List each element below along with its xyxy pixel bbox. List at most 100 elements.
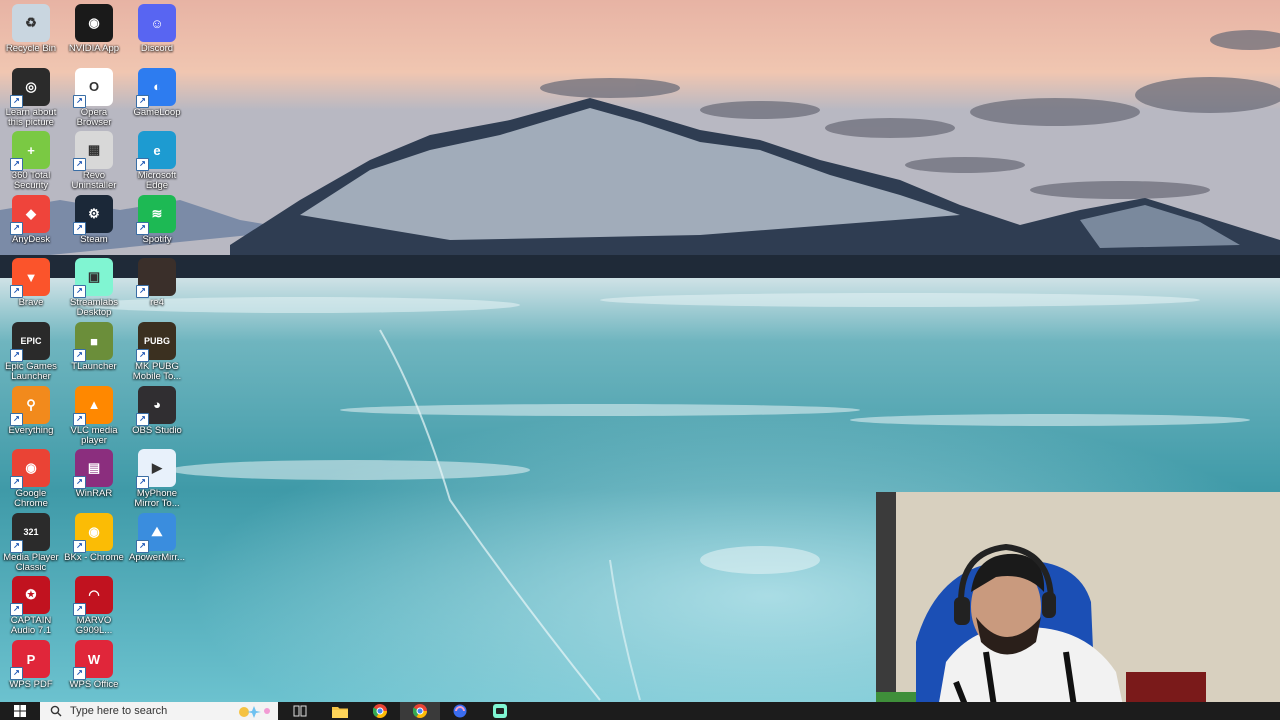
- desktop-icon[interactable]: ▣ ↗ Streamlabs Desktop: [63, 258, 125, 318]
- desktop-icon[interactable]: ▲ ↗ VLC media player: [63, 385, 125, 446]
- apowermirror-icon: ⛰ ↗: [136, 512, 176, 553]
- file-explorer-button[interactable]: [320, 702, 360, 720]
- desktop-icon-label: CAPTAIN Audio 7.1: [10, 616, 52, 637]
- desktop-icon-label: BKx - Chrome: [64, 552, 124, 563]
- brave-icon: ▼ ↗: [10, 258, 50, 299]
- mpc-icon: 321 ↗: [10, 512, 50, 553]
- winrar-icon: ▤ ↗: [73, 449, 113, 490]
- desktop-icon[interactable]: ▼ ↗ Brave: [0, 258, 62, 308]
- steam-icon: ⚙ ↗: [73, 194, 113, 235]
- shortcut-arrow-icon: ↗: [136, 221, 149, 235]
- desktop-icon-label: ApowerMirr...: [129, 552, 185, 563]
- desktop-icon[interactable]: + ↗ 360 Total Security: [0, 131, 62, 191]
- shortcut-arrow-icon: ↗: [10, 539, 23, 553]
- desktop-icon-label: MyPhone Mirror To...: [134, 489, 180, 510]
- desktop-icon[interactable]: ◉ ↗ BKx - Chrome: [63, 512, 125, 563]
- shortcut-arrow-icon: ↗: [10, 603, 23, 617]
- gameloop-taskbar-button[interactable]: [440, 702, 480, 720]
- desktop-icon-label: WinRAR: [75, 489, 113, 500]
- task-view-icon: [293, 705, 307, 717]
- desktop-icon-label: MK PUBG Mobile To...: [132, 362, 182, 382]
- recycle-bin-icon: ♻: [12, 4, 50, 42]
- chrome-icon: ◉ ↗: [10, 449, 50, 490]
- spotify-icon: ≋ ↗: [136, 194, 176, 235]
- search-highlight-icon: [239, 706, 270, 718]
- desktop-icon[interactable]: ♻ Recycle Bin: [0, 4, 62, 54]
- desktop-icon[interactable]: ≋ ↗ Spotify: [126, 194, 188, 245]
- chrome-profile-taskbar-icon: [413, 704, 427, 718]
- nvidia-icon: ◉: [75, 4, 113, 42]
- desktop-icon[interactable]: ▶ ↗ MyPhone Mirror To...: [126, 449, 188, 509]
- desktop-icon-label: 360 Total Security: [11, 171, 51, 192]
- desktop-icon[interactable]: ⚙ ↗ Steam: [63, 194, 125, 245]
- shortcut-arrow-icon: ↗: [136, 94, 149, 108]
- shortcut-arrow-icon: ↗: [136, 285, 149, 299]
- streamlabs-taskbar-icon: [493, 704, 507, 718]
- shortcut-arrow-icon: ↗: [73, 349, 86, 362]
- desktop-icon-label: Brave: [18, 298, 44, 309]
- desktop-icon[interactable]: ⚲ ↗ Everything: [0, 385, 62, 436]
- taskbar-app-list: [280, 702, 520, 720]
- desktop-icon[interactable]: ✪ ↗ CAPTAIN Audio 7.1: [0, 576, 62, 636]
- obs-icon: ◕ ↗: [136, 385, 176, 426]
- desktop-icon-label: WPS Office: [69, 680, 119, 690]
- desktop-icon-label: TLauncher: [71, 362, 117, 372]
- desktop-icon[interactable]: ◕ ↗ OBS Studio: [126, 385, 188, 436]
- vlc-icon: ▲ ↗: [73, 385, 113, 426]
- taskbar-search-box[interactable]: Type here to search: [40, 702, 278, 720]
- webcam-person-image: [876, 492, 1280, 720]
- task-view-button[interactable]: [280, 702, 320, 720]
- wps-office-icon: W ↗: [73, 640, 113, 680]
- desktop-icon[interactable]: ◉ NVIDIA App: [63, 4, 125, 54]
- desktop-icon-label: VLC media player: [70, 425, 118, 446]
- edge-icon: e ↗: [136, 131, 176, 172]
- desktop-icon[interactable]: ◎ ↗ Learn about this picture: [0, 67, 62, 128]
- shortcut-arrow-icon: ↗: [10, 349, 23, 362]
- desktop-icon-label: Media Player Classic: [3, 552, 59, 573]
- desktop-icon-label: Epic Games Launcher: [5, 362, 57, 382]
- desktop-icon[interactable]: W ↗ WPS Office: [63, 640, 125, 690]
- desktop-icon[interactable]: EPIC ↗ Epic Games Launcher: [0, 322, 62, 382]
- desktop-icon[interactable]: ↗ re4: [126, 258, 188, 308]
- desktop-icon-label: Revo Uninstaller: [71, 171, 117, 192]
- desktop-icon[interactable]: ◐ ↗ GameLoop: [126, 67, 188, 118]
- desktop-icon[interactable]: ▤ ↗ WinRAR: [63, 449, 125, 499]
- shortcut-arrow-icon: ↗: [73, 221, 86, 235]
- desktop-icon[interactable]: 321 ↗ Media Player Classic: [0, 512, 62, 573]
- captain-audio-icon: ✪ ↗: [10, 576, 50, 617]
- shortcut-arrow-icon: ↗: [73, 285, 86, 299]
- desktop-icon[interactable]: ■ ↗ TLauncher: [63, 322, 125, 372]
- desktop-icon[interactable]: ⛰ ↗ ApowerMirr...: [126, 512, 188, 563]
- streamlabs-icon: ▣ ↗: [73, 258, 113, 299]
- shortcut-arrow-icon: ↗: [136, 476, 149, 490]
- desktop-icon[interactable]: ◆ ↗ AnyDesk: [0, 194, 62, 245]
- desktop-icon-label: NVIDIA App: [68, 44, 120, 54]
- marvo-icon: ◠ ↗: [73, 576, 113, 617]
- windows-logo-icon: [14, 705, 26, 717]
- chrome-taskbar-button[interactable]: [360, 702, 400, 720]
- desktop-icon[interactable]: ◉ ↗ Google Chrome: [0, 449, 62, 509]
- desktop-icon[interactable]: P ↗ WPS PDF: [0, 640, 62, 690]
- streamlabs-taskbar-button[interactable]: [480, 702, 520, 720]
- desktop-icon-label: Spotify: [142, 234, 172, 245]
- desktop-icon[interactable]: O ↗ Opera Browser: [63, 67, 125, 128]
- shortcut-arrow-icon: ↗: [136, 412, 149, 426]
- desktop-icon[interactable]: PUBG ↗ MK PUBG Mobile To...: [126, 322, 188, 382]
- webcam-overlay: [876, 492, 1280, 720]
- shortcut-arrow-icon: ↗: [10, 667, 23, 680]
- opera-icon: O ↗: [73, 67, 113, 108]
- desktop-icon[interactable]: e ↗ Microsoft Edge: [126, 131, 188, 191]
- camera-icon: ◎ ↗: [10, 67, 50, 108]
- desktop-icon[interactable]: ▦ ↗ Revo Uninstaller: [63, 131, 125, 191]
- pubg-icon: PUBG ↗: [136, 322, 176, 362]
- search-placeholder: Type here to search: [70, 705, 168, 717]
- epic-games-icon: EPIC ↗: [10, 322, 50, 362]
- shortcut-arrow-icon: ↗: [73, 412, 86, 426]
- start-button[interactable]: [0, 702, 40, 720]
- desktop-icon-label: Learn about this picture: [5, 107, 57, 128]
- chrome-profile-taskbar-button[interactable]: [400, 702, 440, 720]
- desktop-icon[interactable]: ◠ ↗ MARVO G909L...: [63, 576, 125, 636]
- desktop-icon[interactable]: ☺ Discord: [126, 4, 188, 54]
- shortcut-arrow-icon: ↗: [73, 94, 86, 108]
- shortcut-arrow-icon: ↗: [10, 412, 23, 426]
